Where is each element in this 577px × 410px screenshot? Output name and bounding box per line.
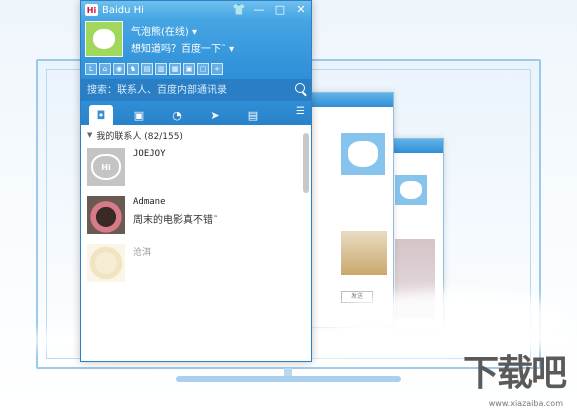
search-bar <box>81 79 311 101</box>
expand-triangle-icon: ▼ <box>87 131 93 139</box>
status-dropdown[interactable]: 气泡熊(在线) ▾ <box>131 23 197 38</box>
search-icon[interactable] <box>295 83 305 93</box>
hi-avatar-icon <box>341 133 385 175</box>
app-icon-7[interactable]: ▦ <box>169 63 181 75</box>
signature-field[interactable]: 想知道吗？百度一下˜ ▾ <box>131 40 234 55</box>
toolbar-icon-1[interactable]: L <box>85 63 97 75</box>
background-window-1-titlebar <box>301 93 393 107</box>
contact-name: Admane <box>133 197 166 207</box>
app-icon-9[interactable]: ▢ <box>197 63 209 75</box>
avatar <box>87 244 125 282</box>
contact-name: 沧洱 <box>133 248 152 258</box>
watermark-url: www.xiazaiba.com <box>488 399 563 408</box>
hi-avatar-icon <box>395 175 427 205</box>
field-photo <box>341 231 387 275</box>
app-icon-6[interactable]: ▥ <box>155 63 167 75</box>
window-title: Baidu Hi <box>102 4 144 16</box>
profile-header: 气泡熊(在线) ▾ 想知道吗？百度一下˜ ▾ L ⌂ ◉ ♞ ▤ ▥ ▦ ▣ ▢… <box>81 19 311 79</box>
group-label: 我的联系人 (82/155) <box>96 131 183 142</box>
avatar: Hi <box>87 148 125 186</box>
home-icon[interactable]: ⌂ <box>99 63 111 75</box>
tab-send[interactable]: ➤ <box>203 105 227 125</box>
tab-groups[interactable]: ▣ <box>127 105 151 125</box>
list-item[interactable]: 沧洱 <box>81 239 311 287</box>
contact-name: JOEJOY <box>133 149 166 159</box>
send-icon: ➤ <box>210 108 220 122</box>
list-item[interactable]: Admane 周末的电影真不错˜ <box>81 191 311 239</box>
user-avatar[interactable] <box>85 21 123 57</box>
add-app-icon[interactable]: + <box>211 63 223 75</box>
tab-contacts[interactable]: ◘ <box>89 105 113 125</box>
titlebar[interactable]: Hi Baidu Hi 👕 — □ ✕ <box>81 1 311 19</box>
contact-list: ▼ 我的联系人 (82/155) Hi JOEJOY Admane 周末的电影真… <box>81 127 311 287</box>
background-window-1: 发送 <box>300 92 394 328</box>
recent-icon: ◔ <box>172 108 182 122</box>
minimize-button[interactable]: — <box>253 3 265 16</box>
tab-menu-icon[interactable]: ☰ <box>296 106 305 117</box>
tab-bar: ◘ ▣ ◔ ➤ ▤ ☰ <box>81 101 311 125</box>
app-icon-8[interactable]: ▣ <box>183 63 195 75</box>
baidu-hi-logo: Hi <box>85 4 98 16</box>
skin-icon[interactable]: 👕 <box>232 3 246 16</box>
maximize-button[interactable]: □ <box>274 3 286 16</box>
fade-overlay <box>81 291 311 361</box>
window-controls: 👕 — □ ✕ <box>232 3 307 16</box>
list-item[interactable]: Hi JOEJOY <box>81 143 311 191</box>
hi-avatar-icon: Hi <box>91 154 121 180</box>
game-icon[interactable]: ♞ <box>127 63 139 75</box>
groups-icon: ▣ <box>133 108 145 122</box>
watermark-logo: 下载吧 <box>462 353 567 394</box>
contacts-icon: ◘ <box>96 108 106 122</box>
background-window-2-titlebar <box>389 139 443 153</box>
app-toolbar: L ⌂ ◉ ♞ ▤ ▥ ▦ ▣ ▢ + <box>85 63 223 75</box>
contact-signature: 周末的电影真不错˜ <box>133 215 218 226</box>
chat-icon[interactable]: ◉ <box>113 63 125 75</box>
scrollbar[interactable] <box>303 133 309 193</box>
tab-recent[interactable]: ◔ <box>165 105 189 125</box>
monitor-base <box>176 376 401 382</box>
card-icon: ▤ <box>247 108 259 122</box>
avatar <box>87 196 125 234</box>
search-input[interactable] <box>85 83 279 97</box>
tab-card[interactable]: ▤ <box>241 105 265 125</box>
hi-bear-icon <box>93 29 115 49</box>
app-icon-5[interactable]: ▤ <box>141 63 153 75</box>
contact-group-header[interactable]: ▼ 我的联系人 (82/155) <box>81 127 311 143</box>
baidu-hi-window: Hi Baidu Hi 👕 — □ ✕ 气泡熊(在线) ▾ 想知道吗？百度一下˜… <box>80 0 312 362</box>
close-button[interactable]: ✕ <box>295 3 307 16</box>
